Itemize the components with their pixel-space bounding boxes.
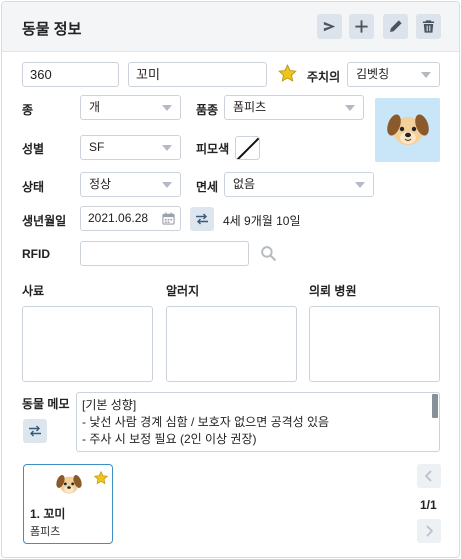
- chevron-down-icon: [421, 72, 431, 78]
- birth-date-input[interactable]: 2021.06.28: [80, 206, 181, 231]
- prev-page-button[interactable]: [417, 464, 441, 488]
- rfid-label: RFID: [22, 247, 50, 261]
- plus-icon: [355, 20, 368, 33]
- status-label: 상태: [22, 180, 45, 194]
- star-icon[interactable]: [93, 470, 109, 486]
- chevron-left-icon: [424, 470, 432, 482]
- memo-line: - 낯선 사람 경계 심함 / 보호자 없으면 공격성 있음: [82, 415, 330, 429]
- breed-label: 품종: [196, 103, 219, 117]
- doctor-select[interactable]: 김벳칭: [347, 62, 440, 87]
- referral-label: 의뢰 병원: [309, 284, 357, 298]
- dog-icon: [386, 114, 429, 145]
- breed-select[interactable]: 폼피츠: [224, 95, 364, 120]
- animal-card[interactable]: 1. 꼬미 폼피츠: [23, 464, 113, 544]
- chart-number-input[interactable]: 360: [22, 62, 119, 87]
- pencil-icon: [390, 20, 402, 32]
- doctor-value: 김벳칭: [356, 67, 390, 81]
- swap-icon: [196, 213, 208, 225]
- sex-select[interactable]: SF: [80, 135, 181, 160]
- add-button[interactable]: [349, 14, 374, 39]
- chevron-down-icon: [162, 182, 172, 188]
- exemption-select[interactable]: 없음: [224, 172, 374, 197]
- species-select[interactable]: 개: [80, 95, 181, 120]
- sex-value: SF: [89, 140, 105, 154]
- allergy-label: 알러지: [166, 284, 200, 298]
- sex-label: 성별: [22, 142, 45, 156]
- memo-line: [기본 성향]: [82, 398, 137, 412]
- next-page-button[interactable]: [417, 519, 441, 543]
- chevron-down-icon: [355, 182, 365, 188]
- animal-avatar[interactable]: [375, 98, 440, 162]
- memo-label: 동물 메모: [22, 397, 70, 411]
- swap-icon: [29, 425, 41, 437]
- send-button[interactable]: [317, 14, 342, 39]
- birth-date-value: 2021.06.28: [88, 211, 149, 225]
- page-count: 1/1: [420, 498, 437, 512]
- allergy-textarea[interactable]: [166, 306, 297, 382]
- delete-button[interactable]: [416, 14, 441, 39]
- dog-icon: [56, 475, 82, 494]
- feed-label: 사료: [22, 284, 45, 298]
- panel-header: 동물 정보: [2, 2, 459, 52]
- exemption-label: 면세: [196, 180, 219, 194]
- exemption-value: 없음: [233, 177, 256, 191]
- memo-line: - 주사 시 보정 필요 (2인 이상 권장): [82, 432, 257, 446]
- species-label: 종: [22, 103, 34, 117]
- status-value: 정상: [89, 177, 112, 191]
- rfid-input[interactable]: [80, 241, 249, 266]
- coat-color-label: 피모색: [196, 142, 230, 156]
- chevron-right-icon: [426, 525, 434, 537]
- search-icon[interactable]: [260, 245, 277, 262]
- animal-card-title: 1. 꼬미: [30, 507, 66, 521]
- memo-toggle-button[interactable]: [23, 419, 47, 443]
- breed-value: 폼피츠: [233, 100, 267, 114]
- calendar-icon[interactable]: [162, 212, 175, 225]
- animal-name-input[interactable]: 꼬미: [128, 62, 267, 87]
- animal-card-breed: 폼피츠: [30, 526, 61, 538]
- chevron-down-icon: [162, 105, 172, 111]
- doctor-label: 주치의: [307, 70, 341, 84]
- edit-button[interactable]: [383, 14, 408, 39]
- age-text: 4세 9개월 10일: [223, 214, 301, 228]
- age-toggle-button[interactable]: [190, 207, 214, 231]
- animal-info-panel: 동물 정보 360 꼬미 주치의 김벳칭 종 개 품종 폼피츠 성별 SF 피모…: [1, 1, 460, 558]
- birth-label: 생년월일: [22, 214, 67, 228]
- chevron-down-icon: [345, 105, 355, 111]
- chevron-down-icon: [162, 145, 172, 151]
- page-title: 동물 정보: [22, 21, 82, 38]
- send-icon: [323, 21, 336, 32]
- species-value: 개: [89, 100, 101, 114]
- memo-scrollbar[interactable]: [432, 394, 438, 418]
- referral-textarea[interactable]: [309, 306, 440, 382]
- feed-textarea[interactable]: [22, 306, 153, 382]
- color-swatch-slash: [236, 137, 259, 159]
- star-icon[interactable]: [277, 63, 298, 84]
- memo-textarea[interactable]: [기본 성향] - 낯선 사람 경계 심함 / 보호자 없으면 공격성 있음 -…: [76, 392, 440, 452]
- coat-color-picker[interactable]: [235, 136, 260, 160]
- trash-icon: [422, 20, 435, 33]
- status-select[interactable]: 정상: [80, 172, 181, 197]
